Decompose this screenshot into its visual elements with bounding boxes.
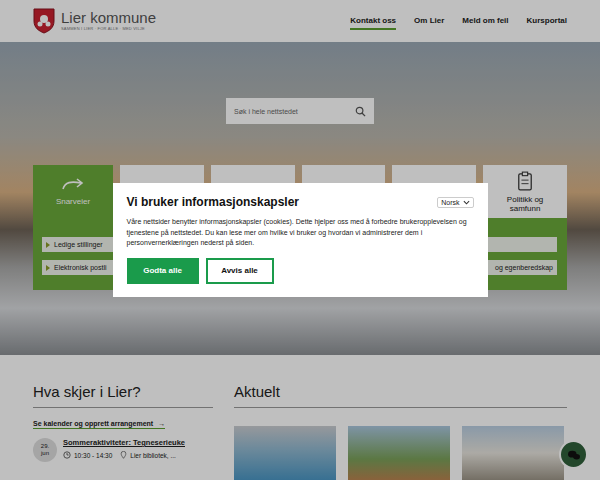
dialog-button[interactable]: Avvis alle xyxy=(206,258,274,284)
page: Lier kommuneSAMMEN I LIER · FOR ALLE · M… xyxy=(0,0,600,480)
chevron-down-icon xyxy=(463,200,470,205)
dialog-title: Vi bruker informasjonskapsler xyxy=(127,195,300,209)
modal-backdrop: Vi bruker informasjonskapsler Norsk Våre n… xyxy=(0,0,600,480)
language-select[interactable]: Norsk xyxy=(437,197,473,208)
dialog-text: Våre nettsider benytter informasjonskaps… xyxy=(127,217,474,249)
dialog-button[interactable]: Godta alle xyxy=(127,258,199,284)
cookie-dialog: Vi bruker informasjonskapsler Norsk Våre n… xyxy=(113,183,488,297)
